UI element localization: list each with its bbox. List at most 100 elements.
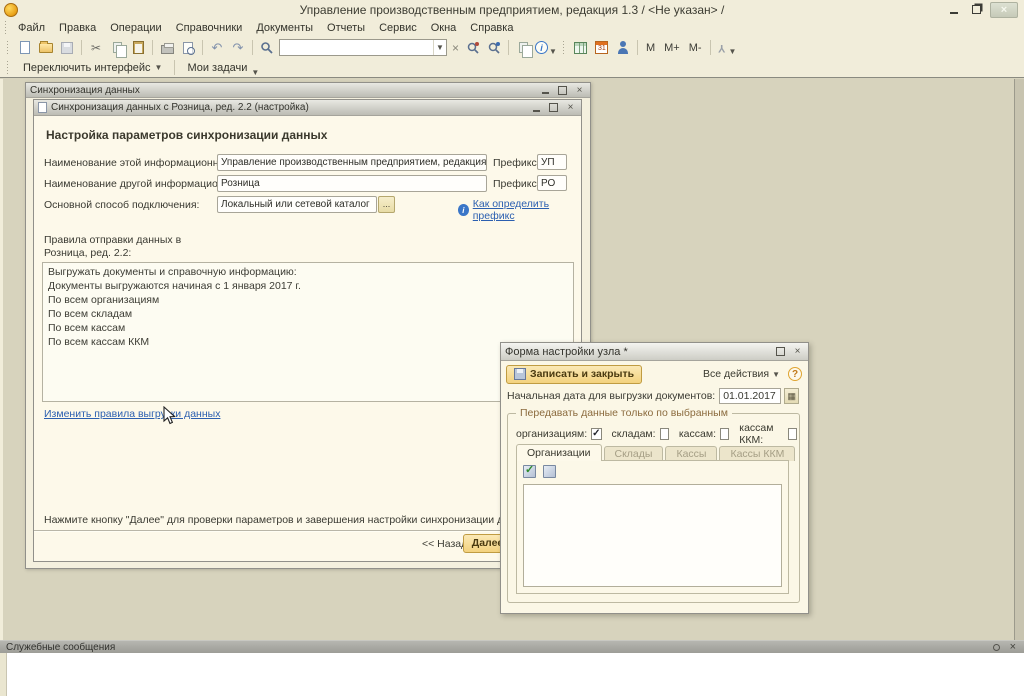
close-icon[interactable]: ×: [990, 2, 1018, 18]
cashdesks-checkbox[interactable]: [720, 428, 729, 440]
new-document-icon[interactable]: [20, 41, 30, 54]
chevron-down-icon[interactable]: ▼: [549, 47, 557, 56]
warehouses-checkbox[interactable]: [660, 428, 669, 440]
app-titlebar[interactable]: Управление производственным предприятием…: [0, 0, 1024, 19]
menu-documents[interactable]: Документы: [249, 20, 320, 36]
user-permissions-icon[interactable]: [617, 41, 629, 54]
menu-file[interactable]: Файл: [11, 20, 52, 36]
calendar-picker-icon[interactable]: ▦: [784, 388, 799, 404]
memory-button[interactable]: M: [643, 42, 658, 54]
kkm-checkbox[interactable]: [788, 428, 797, 440]
close-icon[interactable]: ×: [791, 346, 804, 357]
back-button[interactable]: << Назад: [422, 538, 467, 550]
tab-kkm[interactable]: Кассы ККМ: [719, 446, 795, 461]
maximize-icon[interactable]: [774, 346, 787, 357]
settings-wrench-icon[interactable]: [716, 41, 728, 54]
this-base-field[interactable]: Управление производственным предприятием…: [217, 154, 487, 171]
find-next-icon[interactable]: [485, 39, 503, 57]
minimize-icon[interactable]: [530, 102, 543, 113]
toolbar-grip[interactable]: [4, 21, 9, 35]
find-icon[interactable]: [464, 39, 482, 57]
service-messages-titlebar[interactable]: Служебные сообщения ×: [0, 640, 1024, 653]
menu-operations[interactable]: Операции: [103, 20, 168, 36]
help-button[interactable]: ?: [788, 367, 802, 381]
organizations-list[interactable]: [523, 484, 782, 587]
close-icon[interactable]: ×: [564, 102, 577, 113]
maximize-icon[interactable]: [547, 102, 560, 113]
rule-line: По всем кассам ККМ: [48, 335, 568, 349]
connection-label: Основной способ подключения:: [44, 199, 199, 211]
sync-window-titlebar[interactable]: Синхронизация данных ×: [26, 83, 590, 98]
paste-icon[interactable]: [133, 41, 144, 54]
my-tasks-button[interactable]: Мои задачи ▼: [181, 57, 265, 79]
filter-group: Передавать данные только по выбранным ор…: [507, 413, 800, 603]
search-input[interactable]: [280, 41, 433, 54]
menu-reports[interactable]: Отчеты: [320, 20, 372, 36]
menu-windows[interactable]: Окна: [424, 20, 464, 36]
connection-field[interactable]: Локальный или сетевой каталог: [217, 196, 377, 213]
menu-bar: Файл Правка Операции Справочники Докумен…: [0, 19, 1024, 37]
info-icon: i: [458, 204, 469, 216]
app-title: Управление производственным предприятием…: [0, 3, 1024, 17]
memory-minus-button[interactable]: M-: [686, 42, 705, 54]
start-date-label: Начальная дата для выгрузки документов:: [507, 390, 715, 402]
print-preview-icon[interactable]: [183, 42, 193, 54]
toolbar-grip[interactable]: [6, 61, 11, 75]
switch-interface-button[interactable]: Переключить интерфейс ▼: [17, 60, 168, 76]
node-settings-window: Форма настройки узла * × Записать и закр…: [500, 342, 809, 614]
wizard-titlebar[interactable]: Синхронизация данных с Розница, ред. 2.2…: [34, 100, 581, 116]
other-base-field[interactable]: Розница: [217, 175, 487, 192]
pin-icon[interactable]: [993, 644, 1000, 651]
tab-organizations[interactable]: Организации: [516, 444, 602, 461]
all-actions-button[interactable]: Все действия ▼: [703, 368, 780, 380]
menu-help[interactable]: Справка: [463, 20, 520, 36]
menu-edit[interactable]: Правка: [52, 20, 103, 36]
copy-icon[interactable]: [113, 42, 122, 53]
organizations-checkbox[interactable]: ✓: [591, 428, 601, 440]
clear-search-icon[interactable]: ×: [450, 41, 461, 55]
undo-icon[interactable]: ↶: [208, 39, 226, 57]
minimize-icon[interactable]: [539, 85, 552, 96]
calculator-icon[interactable]: [574, 42, 587, 54]
open-folder-icon[interactable]: [39, 43, 53, 53]
browse-button[interactable]: ...: [378, 196, 395, 213]
cut-icon[interactable]: ✂: [87, 39, 105, 57]
toolbar-grip[interactable]: [562, 41, 567, 55]
tab-warehouses[interactable]: Склады: [604, 446, 664, 461]
mdi-left-border: [0, 79, 3, 640]
this-base-prefix-field[interactable]: УП: [537, 154, 567, 170]
menu-catalogs[interactable]: Справочники: [169, 20, 250, 36]
start-date-field[interactable]: 01.01.2017: [719, 388, 781, 404]
toolbar-grip[interactable]: [6, 41, 11, 55]
close-icon[interactable]: ×: [573, 85, 586, 96]
chevron-down-icon[interactable]: ▼: [729, 47, 737, 56]
select-all-icon[interactable]: [523, 465, 536, 478]
search-combo[interactable]: ▼: [279, 39, 447, 56]
restore-icon[interactable]: [968, 3, 984, 16]
menu-service[interactable]: Сервис: [372, 20, 424, 36]
prefix-help-link[interactable]: Как определить префикс: [473, 198, 581, 222]
organizations-tab-panel: [516, 460, 789, 594]
change-rules-link[interactable]: Изменить правила выгрузки данных: [44, 408, 220, 420]
chevron-down-icon: ▼: [155, 63, 163, 72]
tab-cashdesks[interactable]: Кассы: [665, 446, 717, 461]
rule-line: По всем организациям: [48, 293, 568, 307]
cashdesks-checkbox-label: кассам:: [679, 428, 716, 440]
mdi-right-border: [1014, 79, 1024, 640]
calendar-icon[interactable]: [595, 41, 608, 54]
close-icon[interactable]: ×: [1010, 641, 1016, 653]
node-settings-titlebar[interactable]: Форма настройки узла * ×: [501, 343, 808, 361]
print-icon[interactable]: [161, 45, 174, 54]
other-base-prefix-field[interactable]: РО: [537, 175, 567, 191]
minimize-icon[interactable]: [946, 3, 962, 16]
save-icon[interactable]: [61, 42, 73, 54]
search-icon[interactable]: [258, 39, 276, 57]
save-and-close-button[interactable]: Записать и закрыть: [506, 365, 642, 384]
chevron-down-icon[interactable]: ▼: [433, 40, 446, 55]
memory-plus-button[interactable]: M+: [661, 42, 683, 54]
info-icon[interactable]: i: [535, 41, 548, 54]
copy-window-icon[interactable]: [519, 42, 528, 53]
unselect-all-icon[interactable]: [543, 465, 556, 478]
maximize-icon[interactable]: [556, 85, 569, 96]
redo-icon[interactable]: ↷: [229, 39, 247, 57]
